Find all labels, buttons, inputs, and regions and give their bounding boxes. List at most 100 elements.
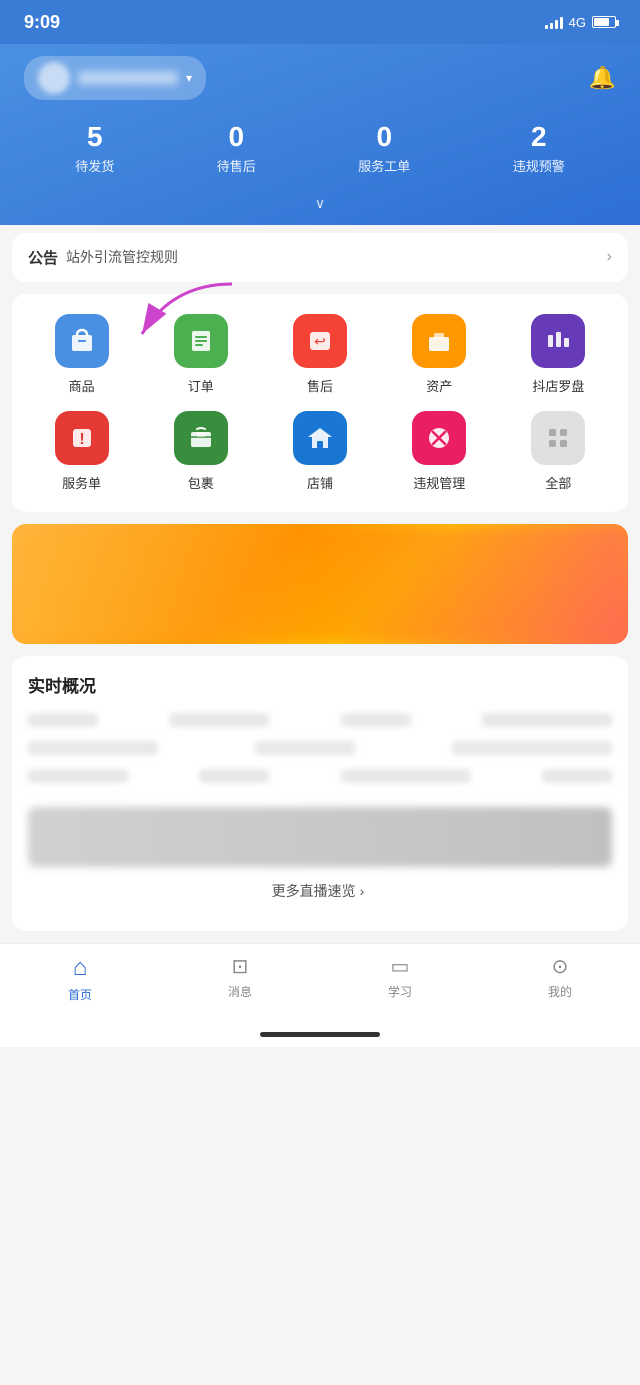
main-content: 公告 站外引流管控规则 › xyxy=(0,233,640,931)
menu-icon-package xyxy=(174,411,228,465)
header-top: ▾ 🔔 xyxy=(24,56,616,100)
realtime-data-rows xyxy=(28,713,612,867)
menu-icon-compass xyxy=(531,314,585,368)
stat-item-pending-aftersale[interactable]: 0 待售后 xyxy=(217,120,256,175)
menu-label-store: 店铺 xyxy=(307,473,333,492)
chevron-down-icon: ▾ xyxy=(186,71,192,85)
expand-row[interactable]: ∨ xyxy=(24,191,616,225)
realtime-card: 实时概况 更多直播速览› xyxy=(12,656,628,931)
nav-item-learning[interactable]: ▭ 学习 xyxy=(388,954,412,1000)
menu-item-goods[interactable]: 商品 xyxy=(22,314,141,395)
menu-item-aftersale[interactable]: ↩ 售后 xyxy=(260,314,379,395)
banner-blur-overlay xyxy=(12,524,628,644)
stat-number-service-order: 0 xyxy=(358,120,410,154)
expand-chevron-icon: ∨ xyxy=(315,195,325,211)
blur-row-2 xyxy=(28,741,612,755)
status-time: 9:09 xyxy=(24,12,60,33)
stat-label-violation-warning: 违规预警 xyxy=(513,156,565,175)
stat-item-service-order[interactable]: 0 服务工单 xyxy=(358,120,410,175)
notice-tag: 公告 xyxy=(28,247,58,268)
stat-label-service-order: 服务工单 xyxy=(358,156,410,175)
notice-text: 站外引流管控规则 xyxy=(66,247,178,267)
nav-item-mine[interactable]: ⊙ 我的 xyxy=(548,954,572,1000)
blur-item-8 xyxy=(28,769,128,783)
menu-label-violation: 违规管理 xyxy=(413,473,465,492)
blur-item-10 xyxy=(341,769,471,783)
stat-number-violation-warning: 2 xyxy=(513,120,565,154)
svg-text:↩: ↩ xyxy=(314,333,326,349)
menu-item-assets[interactable]: 资产 xyxy=(380,314,499,395)
notice-arrow-icon: › xyxy=(607,248,612,266)
nav-messages-icon: ⊡ xyxy=(232,954,249,979)
shop-name-blur xyxy=(78,71,178,85)
menu-icon-store xyxy=(293,411,347,465)
menu-label-goods: 商品 xyxy=(69,376,95,395)
shop-selector[interactable]: ▾ xyxy=(24,56,206,100)
menu-item-store[interactable]: 店铺 xyxy=(260,411,379,492)
banner-card[interactable] xyxy=(12,524,628,644)
nav-item-messages[interactable]: ⊡ 消息 xyxy=(228,954,252,1000)
status-bar: 9:09 4G xyxy=(0,0,640,44)
nav-learning-label: 学习 xyxy=(388,983,412,1000)
menu-item-compass[interactable]: 抖店罗盘 xyxy=(499,314,618,395)
nav-mine-icon: ⊙ xyxy=(552,954,569,979)
menu-item-violation[interactable]: 违规管理 xyxy=(380,411,499,492)
menu-icon-assets xyxy=(412,314,466,368)
header: ▾ 🔔 5 待发货 0 待售后 0 服务工单 2 违规预警 ∨ xyxy=(0,44,640,225)
stat-label-pending-aftersale: 待售后 xyxy=(217,156,256,175)
home-indicator xyxy=(0,1023,640,1047)
menu-icon-aftersale: ↩ xyxy=(293,314,347,368)
stat-number-pending-aftersale: 0 xyxy=(217,120,256,154)
menu-item-orders[interactable]: 订单 xyxy=(141,314,260,395)
blur-item-9 xyxy=(199,769,269,783)
nav-learning-icon: ▭ xyxy=(391,954,410,979)
menu-icon-all xyxy=(531,411,585,465)
menu-label-assets: 资产 xyxy=(426,376,452,395)
bell-icon[interactable]: 🔔 xyxy=(589,65,616,91)
menu-item-all[interactable]: 全部 xyxy=(499,411,618,492)
more-live-arrow-icon: › xyxy=(360,883,365,899)
stat-number-pending-ship: 5 xyxy=(75,120,114,154)
menu-item-package[interactable]: 包裹 xyxy=(141,411,260,492)
notice-card[interactable]: 公告 站外引流管控规则 › xyxy=(12,233,628,282)
blur-item-3 xyxy=(341,713,411,727)
more-live-button[interactable]: 更多直播速览› xyxy=(28,867,612,915)
nav-item-home[interactable]: ⌂ 首页 xyxy=(68,954,92,1003)
blur-item-7 xyxy=(452,741,612,755)
realtime-title: 实时概况 xyxy=(28,672,612,697)
shop-avatar xyxy=(38,62,70,94)
menu-icon-orders xyxy=(174,314,228,368)
menu-card-wrapper: 商品 订单 xyxy=(12,294,628,512)
blur-item-1 xyxy=(28,713,98,727)
menu-label-service: 服务单 xyxy=(62,473,101,492)
menu-label-orders: 订单 xyxy=(188,376,214,395)
blur-item-4 xyxy=(482,713,612,727)
blur-image-row xyxy=(28,807,612,867)
stat-item-violation-warning[interactable]: 2 违规预警 xyxy=(513,120,565,175)
menu-card: 商品 订单 xyxy=(12,294,628,512)
menu-label-aftersale: 售后 xyxy=(307,376,333,395)
blur-item-5 xyxy=(28,741,158,755)
menu-icon-goods xyxy=(55,314,109,368)
nav-mine-label: 我的 xyxy=(548,983,572,1000)
more-live-text: 更多直播速览 xyxy=(272,883,356,899)
nav-home-label: 首页 xyxy=(68,986,92,1003)
battery-icon xyxy=(592,16,616,28)
menu-item-service[interactable]: ! 服务单 xyxy=(22,411,141,492)
nav-messages-label: 消息 xyxy=(228,983,252,1000)
stat-label-pending-ship: 待发货 xyxy=(75,156,114,175)
signal-icon xyxy=(545,15,563,29)
network-label: 4G xyxy=(569,15,586,30)
menu-label-package: 包裹 xyxy=(188,473,214,492)
home-bar xyxy=(260,1032,380,1037)
blur-item-2 xyxy=(169,713,269,727)
menu-label-all: 全部 xyxy=(545,473,571,492)
stat-item-pending-ship[interactable]: 5 待发货 xyxy=(75,120,114,175)
menu-icon-service: ! xyxy=(55,411,109,465)
menu-icon-violation xyxy=(412,411,466,465)
status-icons: 4G xyxy=(545,15,616,30)
menu-grid: 商品 订单 xyxy=(22,314,618,492)
bottom-nav: ⌂ 首页 ⊡ 消息 ▭ 学习 ⊙ 我的 xyxy=(0,943,640,1023)
menu-label-compass: 抖店罗盘 xyxy=(532,376,584,395)
notice-left: 公告 站外引流管控规则 xyxy=(28,247,178,268)
